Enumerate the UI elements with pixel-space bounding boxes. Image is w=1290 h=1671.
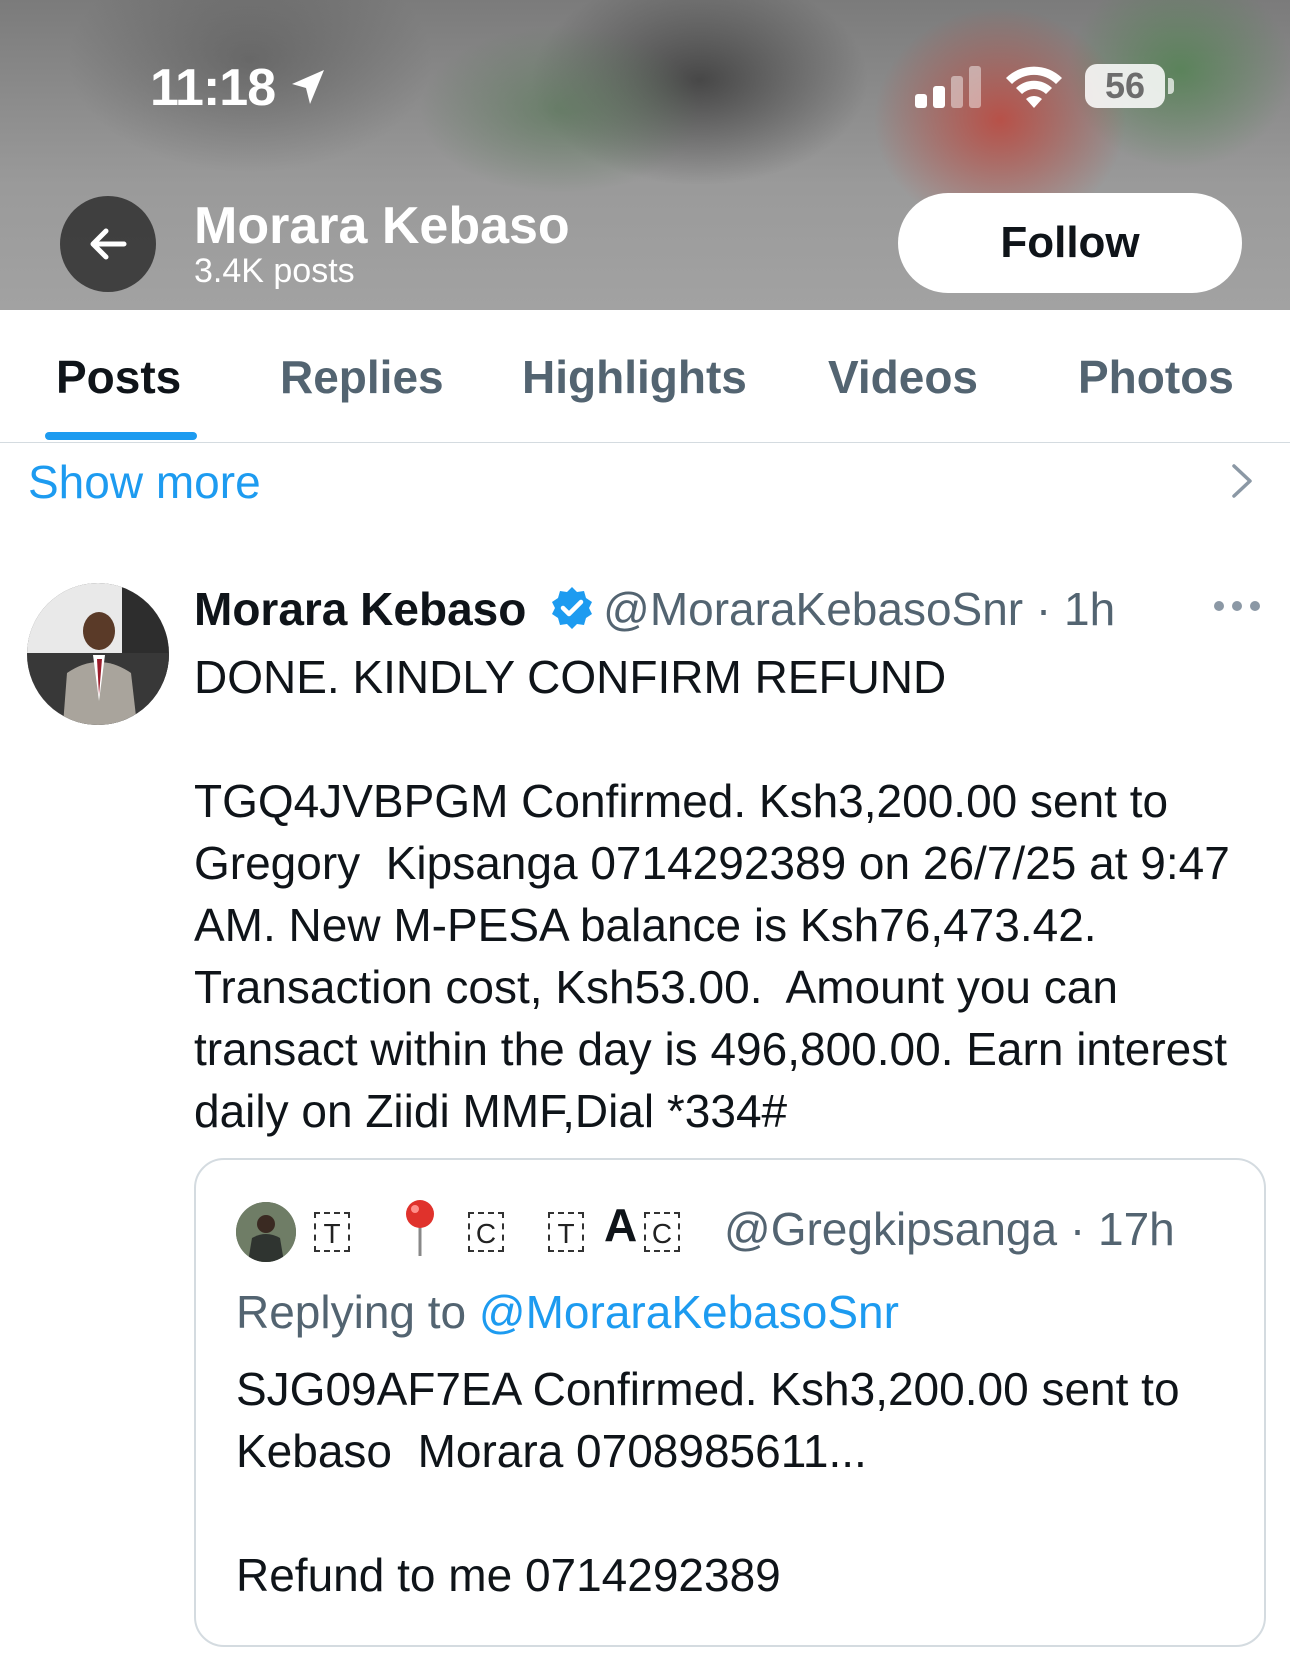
- profile-name: Morara Kebaso: [194, 197, 570, 255]
- profile-header: 11:18 56 Morara Kebaso 3.4K posts Follow: [0, 0, 1290, 310]
- author-handle[interactable]: @MoraraKebasoSnr: [603, 583, 1023, 635]
- profile-tabs: Posts Replies Highlights Videos Photos: [0, 310, 1290, 443]
- battery-level: 56: [1085, 64, 1165, 108]
- tab-posts[interactable]: Posts: [56, 350, 181, 404]
- quoted-author-avatar: [236, 1202, 296, 1262]
- pin-icon: [406, 1200, 434, 1256]
- status-time: 11:18: [150, 59, 276, 117]
- quoted-time[interactable]: 17h: [1098, 1203, 1175, 1255]
- tab-replies[interactable]: Replies: [280, 350, 444, 404]
- battery-indicator: 56: [1085, 64, 1175, 108]
- quoted-post-card[interactable]: T C T A C @Gregkipsanga · 17h Replying t…: [194, 1158, 1266, 1647]
- back-button[interactable]: [60, 196, 156, 292]
- styled-letter-glyph: A: [604, 1199, 638, 1251]
- quoted-post-text: SJG09AF7EA Confirmed. Ksh3,200.00 sent t…: [236, 1363, 1180, 1601]
- replying-to-line: Replying to @MoraraKebasoSnr: [236, 1285, 899, 1339]
- follow-button[interactable]: Follow: [898, 193, 1242, 293]
- author-avatar[interactable]: [27, 583, 169, 725]
- quoted-author-photo: [236, 1202, 296, 1262]
- posts-count: 3.4K posts: [194, 252, 355, 290]
- unrendered-glyph: C: [468, 1212, 504, 1252]
- arrow-left-icon: [90, 228, 127, 260]
- separator-dot: ·: [1035, 583, 1052, 635]
- tab-photos[interactable]: Photos: [1078, 350, 1234, 404]
- unrendered-glyph: C: [644, 1212, 680, 1252]
- location-arrow-icon: [292, 70, 324, 104]
- tab-videos[interactable]: Videos: [828, 350, 978, 404]
- unrendered-glyph: T: [314, 1212, 350, 1252]
- quoted-handle[interactable]: @Gregkipsanga: [724, 1203, 1057, 1255]
- tab-highlights[interactable]: Highlights: [522, 350, 747, 404]
- quoted-handle-row: @Gregkipsanga · 17h: [724, 1202, 1175, 1256]
- separator-dot: ·: [1069, 1203, 1086, 1255]
- post-body-text: DONE. KINDLY CONFIRM REFUND TGQ4JVBPGM C…: [194, 651, 1230, 1137]
- chevron-right-icon[interactable]: [1230, 462, 1254, 500]
- active-tab-indicator: [45, 432, 197, 440]
- author-name[interactable]: Morara Kebaso: [194, 583, 526, 635]
- verified-badge-icon: [552, 587, 593, 629]
- author-photo: [27, 583, 169, 725]
- post-author-row: Morara Kebaso @MoraraKebasoSnr · 1h: [194, 582, 1115, 636]
- unrendered-glyph: T: [548, 1212, 584, 1252]
- more-options-icon[interactable]: [1212, 596, 1262, 616]
- battery-nub: [1168, 78, 1174, 94]
- replying-to-handle-link[interactable]: @MoraraKebasoSnr: [479, 1286, 899, 1338]
- post-time[interactable]: 1h: [1064, 583, 1115, 635]
- show-more-link[interactable]: Show more: [28, 455, 261, 509]
- cellular-signal-icon: [915, 66, 981, 108]
- replying-to-prefix: Replying to: [236, 1286, 479, 1338]
- wifi-icon: [1006, 66, 1062, 108]
